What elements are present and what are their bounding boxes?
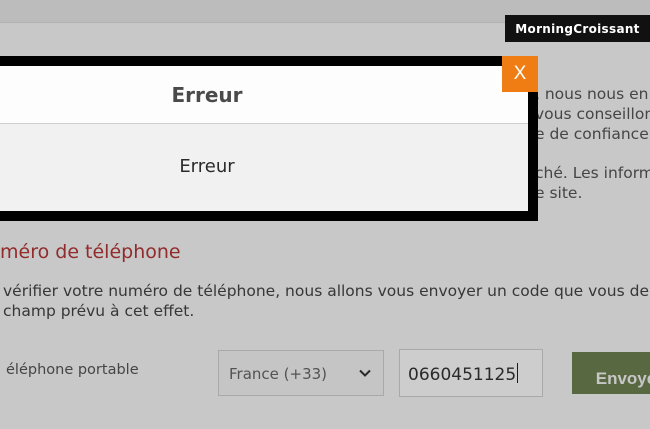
brand-logo: MorningCroissant — [505, 15, 650, 42]
error-modal: Erreur Erreur — [0, 66, 528, 211]
modal-message: Erreur — [179, 156, 235, 177]
modal-header: Erreur — [0, 66, 528, 124]
modal-title: Erreur — [171, 83, 243, 107]
close-button[interactable]: X — [502, 56, 538, 92]
